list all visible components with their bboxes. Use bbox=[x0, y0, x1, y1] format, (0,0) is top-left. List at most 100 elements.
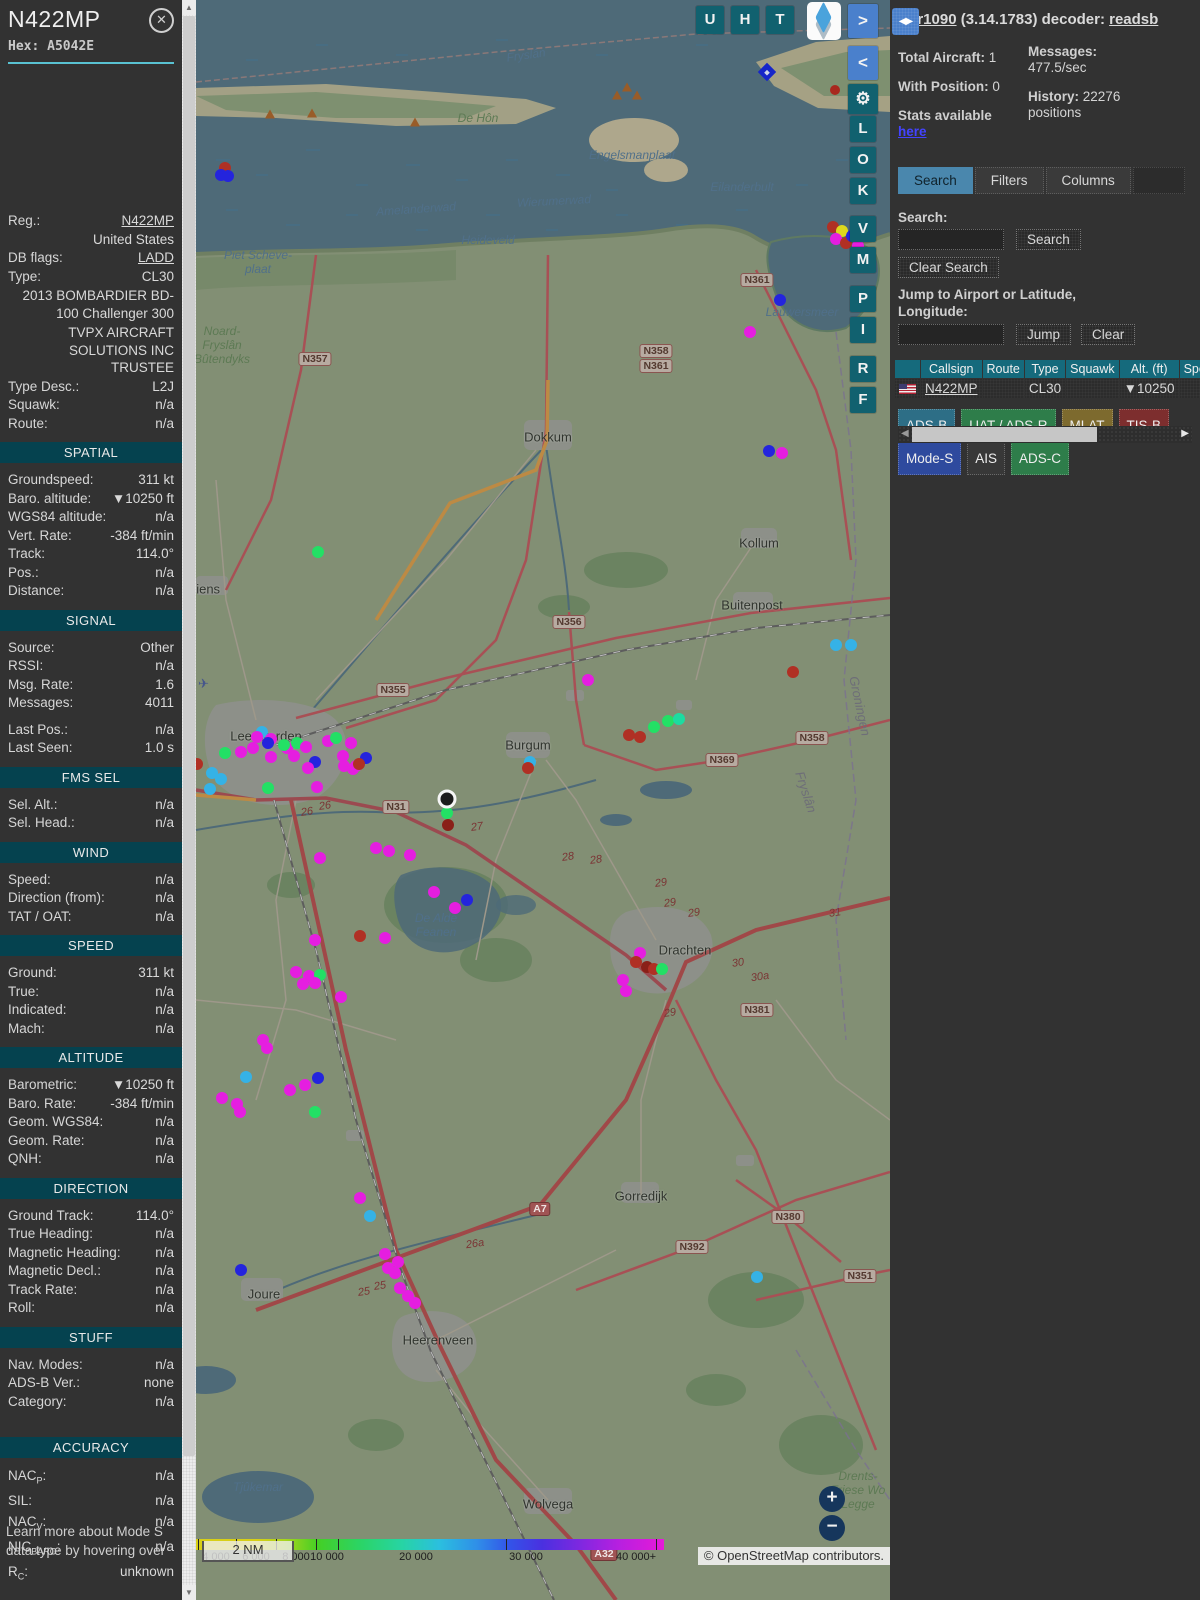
aircraft-position-dot[interactable] bbox=[354, 1192, 366, 1204]
map-button-f[interactable]: F bbox=[850, 387, 876, 413]
aircraft-position-dot[interactable] bbox=[354, 930, 366, 942]
aircraft-position-dot[interactable] bbox=[522, 762, 534, 774]
row-value-link[interactable]: LADD bbox=[69, 249, 174, 268]
aircraft-position-dot[interactable] bbox=[311, 781, 323, 793]
aircraft-position-dot[interactable] bbox=[673, 713, 685, 725]
tab-search[interactable]: Search bbox=[898, 167, 973, 194]
aircraft-position-dot[interactable] bbox=[620, 985, 632, 997]
scroll-down-icon[interactable]: ▼ bbox=[182, 1585, 196, 1600]
aircraft-position-dot[interactable] bbox=[442, 819, 454, 831]
aircraft-position-dot[interactable] bbox=[262, 782, 274, 794]
badge-mode-s[interactable]: Mode-S bbox=[898, 442, 962, 475]
column-header-Route[interactable]: Route bbox=[982, 360, 1024, 378]
aircraft-position-dot[interactable] bbox=[845, 639, 857, 651]
aircraft-position-dot[interactable] bbox=[449, 902, 461, 914]
aircraft-position-dot[interactable] bbox=[648, 721, 660, 733]
aircraft-position-dot[interactable] bbox=[379, 1248, 391, 1260]
aircraft-position-dot[interactable] bbox=[288, 750, 300, 762]
badge-ais[interactable]: AIS bbox=[967, 442, 1006, 475]
panel-horizontal-scrollbar[interactable]: ◀ ▶ bbox=[898, 426, 1192, 443]
column-header-Speed[interactable]: Speed bbox=[1179, 360, 1200, 378]
aircraft-position-dot[interactable] bbox=[379, 932, 391, 944]
aircraft-position-dot[interactable] bbox=[240, 1071, 252, 1083]
map-button-o[interactable]: O bbox=[850, 147, 876, 173]
map-button-v[interactable]: V bbox=[850, 216, 876, 242]
aircraft-position-dot[interactable] bbox=[309, 1106, 321, 1118]
row-value-link[interactable]: N422MP bbox=[46, 212, 174, 231]
map-canvas[interactable]: StiensDokkumKollumBuitenpostBurgumLeeuwa… bbox=[196, 0, 890, 1600]
column-header-flag[interactable] bbox=[895, 360, 920, 378]
tab-columns[interactable]: Columns bbox=[1045, 167, 1131, 194]
scroll-right-icon[interactable]: ▶ bbox=[1181, 428, 1189, 439]
search-button[interactable]: Search bbox=[1016, 229, 1081, 250]
sidebar-expand-button[interactable]: > bbox=[848, 4, 878, 38]
aircraft-position-dot[interactable] bbox=[312, 1072, 324, 1084]
selected-aircraft-marker[interactable] bbox=[437, 789, 457, 809]
aircraft-position-dot[interactable] bbox=[364, 1210, 376, 1222]
panel-resize-button[interactable]: ◀▶ bbox=[892, 8, 919, 35]
aircraft-position-dot[interactable] bbox=[353, 758, 365, 770]
aircraft-position-dot[interactable] bbox=[222, 170, 234, 182]
map-button-p[interactable]: P bbox=[850, 286, 876, 312]
aircraft-position-dot[interactable] bbox=[312, 546, 324, 558]
map-button-i[interactable]: I bbox=[850, 317, 876, 343]
aircraft-position-dot[interactable] bbox=[787, 666, 799, 678]
aircraft-position-dot[interactable] bbox=[299, 1079, 311, 1091]
aircraft-position-dot[interactable] bbox=[776, 447, 788, 459]
aircraft-position-dot[interactable] bbox=[370, 842, 382, 854]
aircraft-position-dot[interactable] bbox=[830, 85, 840, 95]
aircraft-position-dot[interactable] bbox=[830, 639, 842, 651]
aircraft-position-dot[interactable] bbox=[247, 742, 259, 754]
aircraft-position-dot[interactable] bbox=[409, 1297, 421, 1309]
aircraft-position-dot[interactable] bbox=[314, 852, 326, 864]
aircraft-position-dot[interactable] bbox=[309, 977, 321, 989]
map-button-h[interactable]: H bbox=[731, 6, 759, 34]
aircraft-position-dot[interactable] bbox=[744, 326, 756, 338]
column-header-Callsign[interactable]: Callsign bbox=[921, 360, 982, 378]
aircraft-position-dot[interactable] bbox=[428, 886, 440, 898]
clear-search-button[interactable]: Clear Search bbox=[898, 257, 999, 278]
readsb-link[interactable]: readsb bbox=[1109, 11, 1158, 28]
settings-gear-button[interactable]: ⚙ bbox=[848, 84, 878, 114]
map-button-r[interactable]: R bbox=[850, 356, 876, 382]
aircraft-position-dot[interactable] bbox=[461, 894, 473, 906]
aircraft-position-dot[interactable] bbox=[634, 731, 646, 743]
aircraft-position-dot[interactable] bbox=[774, 294, 786, 306]
aircraft-position-dot[interactable] bbox=[441, 807, 453, 819]
aircraft-position-dot[interactable] bbox=[262, 737, 274, 749]
aircraft-position-dot[interactable] bbox=[235, 746, 247, 758]
map-button-m[interactable]: M bbox=[850, 247, 876, 273]
aircraft-position-dot[interactable] bbox=[284, 1084, 296, 1096]
layers-button[interactable] bbox=[807, 1, 841, 41]
close-icon[interactable]: ✕ bbox=[149, 8, 174, 33]
tab-filters[interactable]: Filters bbox=[974, 167, 1044, 194]
aircraft-position-dot[interactable] bbox=[656, 963, 668, 975]
stats-here-link[interactable]: here bbox=[898, 124, 927, 139]
column-header-Type[interactable]: Type bbox=[1024, 360, 1066, 378]
aircraft-position-dot[interactable] bbox=[290, 966, 302, 978]
aircraft-position-dot[interactable] bbox=[751, 1271, 763, 1283]
scroll-up-icon[interactable]: ▲ bbox=[182, 0, 196, 15]
map-button-t[interactable]: T bbox=[766, 6, 794, 34]
aircraft-position-dot[interactable] bbox=[278, 739, 290, 751]
callsign-link[interactable]: N422MP bbox=[921, 379, 982, 398]
sidebar-collapse-button[interactable]: < bbox=[848, 46, 878, 80]
map-button-l[interactable]: L bbox=[850, 116, 876, 142]
aircraft-position-dot[interactable] bbox=[345, 737, 357, 749]
aircraft-position-dot[interactable] bbox=[302, 762, 314, 774]
aircraft-position-dot[interactable] bbox=[330, 732, 342, 744]
search-input[interactable] bbox=[898, 229, 1004, 250]
aircraft-position-dot[interactable] bbox=[235, 1264, 247, 1276]
aircraft-position-dot[interactable] bbox=[261, 1042, 273, 1054]
aircraft-position-dot[interactable] bbox=[265, 751, 277, 763]
aircraft-position-dot[interactable] bbox=[300, 741, 312, 753]
aircraft-position-dot[interactable] bbox=[309, 934, 321, 946]
scroll-left-icon[interactable]: ◀ bbox=[901, 428, 909, 439]
aircraft-position-dot[interactable] bbox=[215, 773, 227, 785]
zoom-out-button[interactable]: − bbox=[819, 1515, 845, 1541]
clear-jump-button[interactable]: Clear bbox=[1081, 324, 1136, 345]
zoom-in-button[interactable]: + bbox=[819, 1486, 845, 1512]
aircraft-position-dot[interactable] bbox=[383, 845, 395, 857]
aircraft-position-dot[interactable] bbox=[204, 783, 216, 795]
aircraft-position-dot[interactable] bbox=[297, 978, 309, 990]
